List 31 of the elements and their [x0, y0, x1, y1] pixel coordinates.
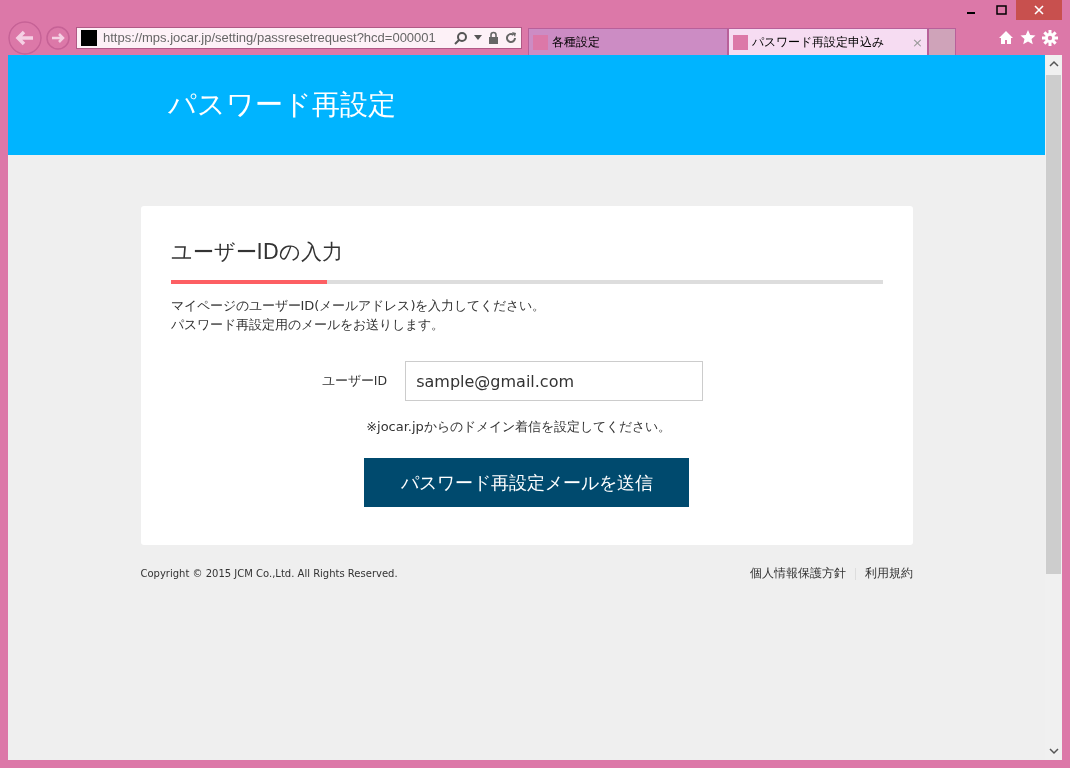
back-button[interactable]: [8, 20, 42, 55]
star-icon[interactable]: [1020, 29, 1036, 45]
site-favicon: [81, 29, 97, 46]
url-text: https://mps.jocar.jp/setting/passresetrequest?hcd=000001: [103, 30, 437, 45]
tab-favicon: [733, 34, 748, 50]
close-icon[interactable]: [1034, 5, 1044, 15]
footer-link[interactable]: 個人情報保護方針: [749, 565, 846, 582]
home-icon[interactable]: [998, 29, 1014, 45]
tab-favicon: [533, 34, 548, 50]
browser-tab[interactable]: 各種設定: [528, 28, 728, 55]
close-button[interactable]: [1016, 0, 1062, 20]
field-label: ユーザーID: [321, 372, 388, 390]
page-title: パスワード再設定: [168, 87, 396, 123]
caret-icon[interactable]: [474, 35, 482, 40]
footer-link[interactable]: 利用規約: [864, 565, 913, 582]
description-text: パスワード再設定用のメールをお送りします。: [170, 316, 445, 334]
copyright-text: Copyright © 2015 JCM Co.,Ltd. All Rights Reserved.: [140, 568, 398, 579]
user-id-field[interactable]: sample@gmail.com: [405, 361, 704, 401]
section-heading: ユーザーIDの入力: [170, 239, 344, 266]
forward-button[interactable]: [46, 25, 70, 50]
description-text: マイページのユーザーID(メールアドレス)を入力してください。: [170, 297, 547, 315]
settings-icon[interactable]: [1042, 29, 1058, 46]
maximize-icon[interactable]: [995, 5, 1007, 15]
search-icon[interactable]: [454, 30, 468, 45]
scrollbar[interactable]: [1045, 55, 1062, 760]
send-button[interactable]: パスワード再設定メールを送信: [364, 458, 689, 507]
browser-tab[interactable]: パスワード再設定申込み ×: [728, 28, 928, 55]
note-text: ※jocar.jpからのドメイン着信を設定してください。: [365, 418, 672, 436]
address-bar[interactable]: https://mps.jocar.jp/setting/passresetrequest?hcd=000001: [76, 26, 522, 49]
lock-icon[interactable]: [488, 31, 499, 44]
refresh-icon[interactable]: [505, 31, 517, 44]
